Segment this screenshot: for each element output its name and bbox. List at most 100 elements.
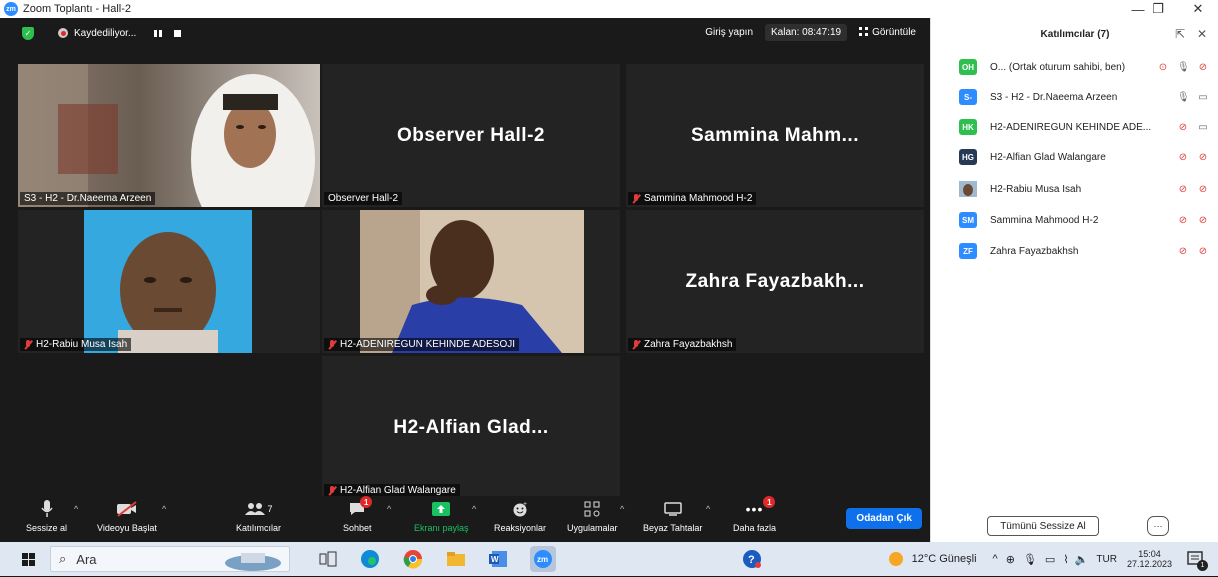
signin-button[interactable]: Giriş yapın [699,24,759,41]
reactions-label: Reaksiyonlar [494,523,547,533]
muted-mic-icon [328,485,336,496]
mute-button[interactable]: Sessize al [26,498,67,533]
wifi-icon[interactable]: ⌇ [1063,553,1068,566]
tile-name-label: Sammina Mahmood H-2 [628,192,757,205]
notification-icon[interactable]: 1 [1186,549,1208,571]
participant-row[interactable]: SM Sammina Mahmood H-2 ⊘ ⊘ [959,211,1209,229]
participant-name: O... (Ortak oturum sahibi, ben) [990,61,1126,73]
more-button[interactable]: ••• 1 Daha fazla [733,496,776,533]
stop-recording-icon[interactable] [174,29,182,37]
video-tile-alfian[interactable]: H2-Alfian Glad... H2-Alfian Glad Walanga… [322,356,620,499]
windows-start-icon[interactable] [22,552,35,566]
battery-icon[interactable]: ▭ [1045,553,1055,566]
participant-row[interactable]: HK H2-ADENIREGUN KEHINDE ADE... ⊘ ▭ [959,118,1209,136]
panel-close-icon[interactable]: ✕ [1197,27,1207,41]
muted-mic-icon [632,193,640,204]
mute-all-button[interactable]: Tümünü Sessize Al [987,516,1099,536]
participant-row[interactable]: S- S3 - H2 - Dr.Naeema Arzeen 🎙 ▭ [959,88,1209,106]
tile-name-label: H2-Rabiu Musa Isah [20,338,132,351]
video-tile-sammina[interactable]: Sammina Mahm... Sammina Mahmood H-2 [626,64,924,207]
clock[interactable]: 15:04 27.12.2023 [1127,549,1172,569]
volume-icon[interactable]: 🔈 [1075,553,1089,566]
search-placeholder: Ara [76,551,97,567]
tile-display-name: H2-Alfian Glad... [393,416,549,438]
share-screen-button[interactable]: Ekranı paylaş [414,498,469,533]
taskbar-search[interactable]: ⌕ Ara [50,546,290,572]
participant-name: H2-Rabiu Musa Isah [990,183,1082,195]
video-tile-zahra[interactable]: Zahra Fayazbakh... Zahra Fayazbakhsh [626,210,924,353]
video-tile-naeema[interactable]: S3 - H2 - Dr.Naeema Arzeen [18,64,320,207]
muted-mic-icon: ⊘ [1178,121,1188,133]
tile-name-text: H2-ADENIREGUN KEHINDE ADESOJI [340,339,516,350]
participant-name: H2-Alfian Glad Walangare [990,151,1106,163]
video-options-chevron-icon[interactable]: ^ [162,504,166,514]
svg-text:W: W [491,555,499,564]
search-icon: ⌕ [59,551,67,566]
popout-icon[interactable]: ⇱ [1175,27,1185,41]
participant-row[interactable]: OH O... (Ortak oturum sahibi, ben) ⊙ 🎙 ⊘ [959,58,1209,76]
language-indicator[interactable]: TUR [1096,554,1117,565]
weather-text: 12°C Güneşli [911,553,977,565]
participant-row[interactable]: ZF Zahra Fayazbakhsh ⊘ ⊘ [959,242,1209,260]
participant-row[interactable]: HG H2-Alfian Glad Walangare ⊘ ⊘ [959,148,1209,166]
chat-options-chevron-icon[interactable]: ^ [387,504,391,514]
tray-microphone-icon[interactable]: 🎙 [1023,553,1037,566]
apps-label: Uygulamalar [567,523,618,533]
pause-recording-icon[interactable] [154,29,163,37]
tile-display-name: Zahra Fayazbakh... [685,270,865,292]
muted-mic-icon: ⊘ [1178,183,1188,195]
zoom-logo-icon: zm [4,2,18,16]
view-button[interactable]: Görüntüle [853,24,922,41]
microphone-icon [40,500,53,517]
video-tile-rabiu[interactable]: H2-Rabiu Musa Isah [18,210,320,353]
close-icon[interactable]: ✕ [1178,0,1218,18]
avatar-photo [959,181,977,197]
panel-more-button[interactable]: ··· [1147,516,1169,536]
microphone-icon: 🎙 [1177,61,1190,73]
tile-name-text: Zahra Fayazbakhsh [644,339,733,350]
muted-mic-icon [328,339,336,350]
word-icon[interactable]: W [488,549,508,569]
meeting-topbar: ✓ Kaydediliyor... Giriş yapın Kalan: 08:… [0,18,930,48]
whiteboard-button[interactable]: Beyaz Tahtalar [643,498,702,533]
chat-button[interactable]: 1 Sohbet [343,496,373,533]
muted-mic-icon: ⊘ [1178,151,1188,163]
meeting-area: ✓ Kaydediliyor... Giriş yapın Kalan: 08:… [0,18,930,542]
tray-expand-chevron-icon[interactable]: ^ [993,553,998,565]
more-dots-icon: ••• [745,501,764,517]
participant-name: Sammina Mahmood H-2 [990,214,1099,226]
chat-badge: 1 [360,496,373,508]
participant-row[interactable]: H2-Rabiu Musa Isah ⊘ ⊘ [959,180,1209,198]
avatar: S- [959,89,977,105]
help-icon[interactable]: ? [742,549,762,569]
video-tile-observer[interactable]: Observer Hall-2 Observer Hall-2 [322,64,620,207]
reactions-button[interactable]: + Reaksiyonlar [494,498,546,533]
whiteboard-icon [663,502,682,516]
restore-icon[interactable]: ❐ [1138,0,1178,18]
apps-button[interactable]: Uygulamalar [567,498,618,533]
clock-date: 27.12.2023 [1126,559,1172,569]
svg-text:+: + [523,501,527,508]
edge-browser-icon[interactable] [360,549,380,569]
participants-button[interactable]: 7 Katılımcılar [236,498,281,533]
leave-meeting-button[interactable]: Odadan Çık [846,508,922,529]
share-screen-icon [432,502,451,516]
file-explorer-icon[interactable] [446,549,466,569]
more-badge: 1 [763,496,776,508]
video-tile-adeniregun[interactable]: H2-ADENIREGUN KEHINDE ADESOJI [322,210,620,353]
grid-view-icon [859,27,869,36]
whiteboard-options-chevron-icon[interactable]: ^ [706,504,710,514]
share-options-chevron-icon[interactable]: ^ [472,504,476,514]
task-view-icon[interactable] [318,549,338,569]
start-video-button[interactable]: Videoyu Başlat [97,498,157,533]
security-shield-icon[interactable]: ✓ [22,26,34,40]
apps-options-chevron-icon[interactable]: ^ [620,504,624,514]
tile-name-label: Zahra Fayazbakhsh [628,338,737,351]
audio-options-chevron-icon[interactable]: ^ [74,504,78,514]
avatar: SM [959,212,977,228]
vpn-icon[interactable]: ⊕ [1006,553,1015,566]
muted-mic-icon: ⊘ [1178,245,1188,257]
chrome-icon[interactable] [403,549,423,569]
zoom-taskbar-icon[interactable]: zm [530,546,556,572]
tile-name-text: Observer Hall-2 [328,193,399,204]
